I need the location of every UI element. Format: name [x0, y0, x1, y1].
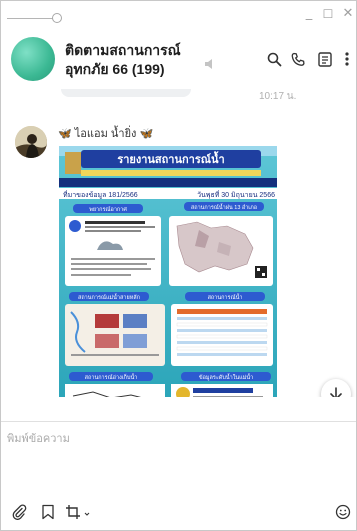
notes-icon[interactable]: [318, 52, 332, 71]
chat-title[interactable]: ติดตามสถานการณ์อุทกภัย 66 (199): [65, 41, 215, 79]
chat-header: ติดตามสถานการณ์อุทกภัย 66 (199): [1, 27, 356, 89]
emoji-icon[interactable]: [335, 504, 351, 524]
search-icon[interactable]: [267, 52, 282, 71]
infographic-headline: รายงานสถานการณ์น้ำ: [117, 151, 224, 166]
message-input[interactable]: [7, 429, 347, 489]
close-button[interactable]: ✕: [341, 7, 355, 21]
call-icon[interactable]: [291, 52, 306, 71]
attach-file-icon[interactable]: [11, 504, 27, 524]
minimize-button[interactable]: _: [302, 7, 316, 21]
infographic-image[interactable]: รายงานสถานการณ์น้ำ ที่มาของข้อมูล 181/25…: [59, 146, 277, 397]
infographic-date-right: วันพุธที่ 30 มิถุนายน 2566: [197, 190, 275, 199]
opacity-slider-knob[interactable]: [52, 13, 62, 23]
previous-message-time: 10:17 น.: [259, 91, 297, 102]
title-bar: _ ☐ ✕: [1, 1, 356, 25]
opacity-slider-track[interactable]: [7, 18, 57, 19]
previous-message-bubble[interactable]: [61, 89, 191, 97]
section-label-rainfall: สถานการณ์น้ำฝน 13 อำเภอ: [191, 203, 257, 211]
mute-icon: [204, 54, 216, 73]
group-avatar[interactable]: [11, 37, 55, 81]
section-label-main-river: สถานการณ์แม่น้ำสายหลัก: [78, 293, 140, 301]
section-label-forecast: พยากรณ์อากาศ: [89, 206, 127, 213]
composer-divider: [1, 421, 356, 422]
screenshot-crop-icon[interactable]: [65, 504, 93, 524]
arrow-down-icon: [330, 387, 342, 397]
section-label-river-level: ข้อมูลระดับน้ำในแม่น้ำ: [199, 373, 253, 381]
sender-avatar[interactable]: [15, 126, 47, 158]
chat-window: _ ☐ ✕ ติดตามสถานการณ์อุทกภัย 66 (199) 10…: [0, 0, 357, 531]
more-icon[interactable]: [344, 51, 350, 71]
infographic-date-left: ที่มาของข้อมูล 181/2566: [63, 190, 138, 199]
section-label-reservoir: สถานการณ์อ่างเก็บน้ำ: [85, 373, 138, 381]
bookmark-icon[interactable]: [41, 504, 55, 524]
message-list[interactable]: 10:17 น. 🦋 ไอแอม น้ำยิ่ง 🦋 รายงานสถานการ…: [1, 89, 356, 397]
maximize-button[interactable]: ☐: [321, 7, 335, 21]
section-label-water: สถานการณ์น้ำ: [208, 293, 243, 301]
scroll-to-bottom-button[interactable]: [321, 379, 351, 397]
sender-name: 🦋 ไอแอม น้ำยิ่ง 🦋: [58, 128, 154, 140]
